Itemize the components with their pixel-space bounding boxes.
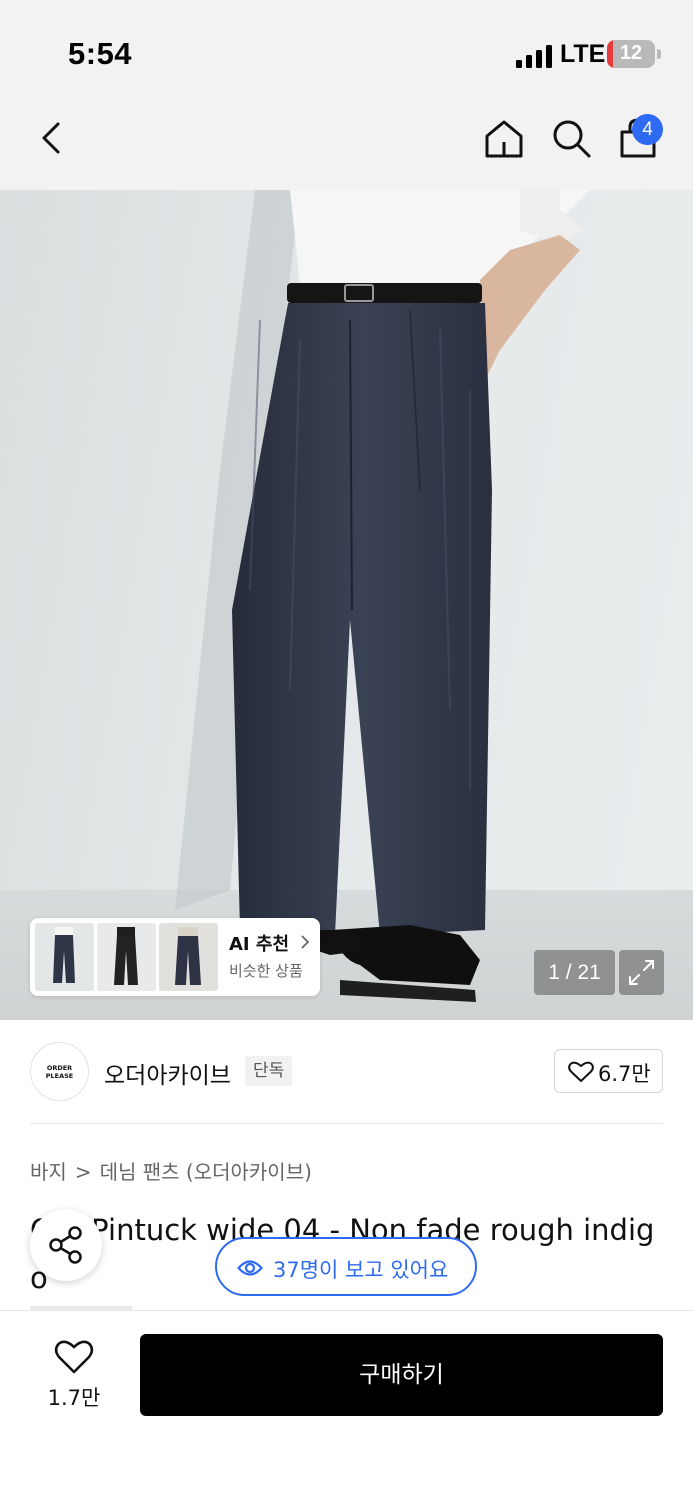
viewers-text: 37명이 보고 있어요 — [273, 1258, 449, 1282]
viewers-pill: 37명이 보고 있어요 — [215, 1237, 477, 1296]
battery-icon: 12 — [607, 40, 655, 68]
eye-icon — [237, 1260, 263, 1276]
heart-icon — [54, 1340, 94, 1374]
battery-nub — [657, 49, 661, 59]
buy-button[interactable]: 구매하기 — [140, 1334, 663, 1416]
home-icon[interactable] — [482, 116, 526, 160]
signal-icon — [516, 44, 554, 68]
ai-recommend-card[interactable]: AI 추천 비슷한 상품 — [30, 918, 320, 996]
back-icon[interactable] — [30, 116, 74, 160]
exclusive-badge: 단독 — [245, 1056, 293, 1086]
status-bar: 5:54 LTE 12 — [0, 0, 693, 92]
brand-name[interactable]: 오더아카이브 — [104, 1056, 231, 1090]
status-time: 5:54 — [68, 36, 133, 71]
share-button[interactable] — [30, 1209, 102, 1281]
ai-recommend-subtitle: 비슷한 상품 — [229, 962, 303, 980]
brand-like-button[interactable]: 6.7만 — [554, 1049, 663, 1093]
product-image[interactable]: AI 추천 비슷한 상품 1 / 21 — [0, 190, 693, 1020]
chevron-right-icon — [301, 935, 310, 949]
breadcrumb: 바지 > 데님 팬츠 (오더아카이브) — [30, 1156, 312, 1185]
thumbnail-2[interactable] — [97, 923, 156, 991]
share-icon — [49, 1226, 82, 1264]
bottom-bar: 1.7만 구매하기 — [0, 1310, 693, 1500]
heart-icon — [568, 1061, 594, 1082]
image-counter: 1 / 21 — [534, 950, 615, 995]
breadcrumb-category[interactable]: 바지 — [30, 1160, 67, 1184]
nav-bar — [0, 92, 693, 190]
thumbnail-3[interactable] — [159, 923, 218, 991]
wishlist-count: 1.7만 — [47, 1386, 101, 1410]
breadcrumb-separator: > — [74, 1160, 92, 1184]
product-photo — [0, 190, 693, 1020]
network-label: LTE — [560, 40, 606, 68]
battery-level: 12 — [619, 42, 643, 64]
cart-count-badge: 4 — [632, 114, 663, 145]
brand-like-count: 6.7만 — [598, 1062, 651, 1086]
search-icon[interactable] — [549, 116, 593, 160]
brand-logo-line2: PLEASE — [45, 1072, 74, 1080]
wishlist-button[interactable]: 1.7만 — [30, 1335, 118, 1415]
brand-logo[interactable]: ORDER PLEASE — [30, 1042, 89, 1101]
ai-recommend-title: AI 추천 — [229, 930, 311, 956]
expand-icon[interactable] — [619, 950, 664, 995]
brand-logo-line1: ORDER — [46, 1064, 73, 1072]
divider — [30, 1123, 663, 1124]
thumbnail-1[interactable] — [35, 923, 94, 991]
breadcrumb-subcategory[interactable]: 데님 팬츠 (오더아카이브) — [100, 1160, 312, 1184]
